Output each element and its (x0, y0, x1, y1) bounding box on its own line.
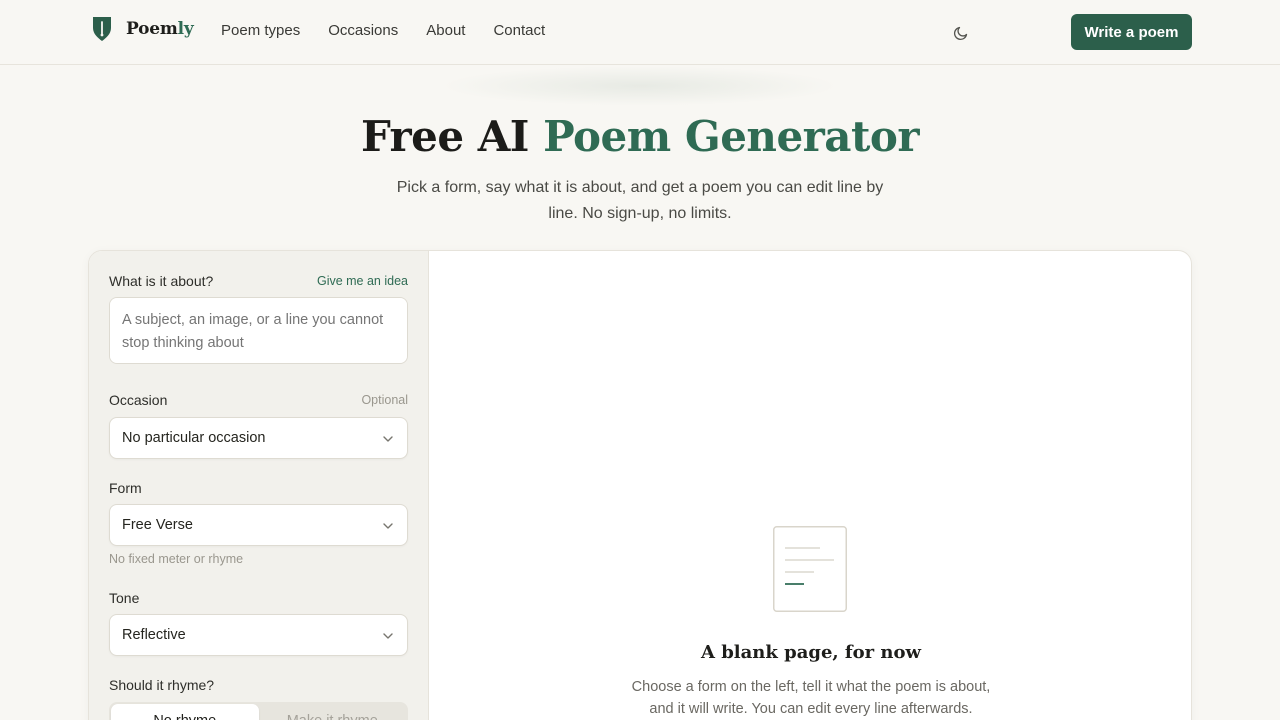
moon-icon (953, 26, 968, 41)
occasion-select[interactable]: No particular occasion (109, 417, 408, 459)
chevron-down-icon (383, 633, 393, 639)
empty-state-text: Choose a form on the left, tell it what … (631, 679, 991, 717)
chevron-down-icon (383, 436, 393, 442)
form-hint: No fixed meter or rhyme (109, 552, 244, 566)
subject-input[interactable] (109, 297, 408, 364)
form-value: Free Verse (122, 517, 193, 533)
logo[interactable]: Poemly (91, 16, 194, 42)
nav-poem-types[interactable]: Poem types (221, 22, 300, 39)
form-select[interactable]: Free Verse (109, 504, 408, 546)
page-title: Free AI Poem Generator (360, 112, 920, 161)
nav-occasions[interactable]: Occasions (328, 22, 398, 39)
occasion-value: No particular occasion (122, 430, 266, 446)
rhyme-toggle: No rhyme Make it rhyme (109, 702, 408, 720)
rhyme-label: Should it rhyme? (109, 677, 215, 693)
nav-contact[interactable]: Contact (493, 22, 545, 39)
document-icon (773, 526, 847, 612)
occasion-label: Occasion (109, 392, 168, 408)
form-label: Form (109, 480, 142, 496)
tone-select[interactable]: Reflective (109, 614, 408, 656)
make-rhyme-option[interactable]: Make it rhyme (259, 704, 407, 720)
subject-label: What is it about? (109, 273, 214, 289)
tone-value: Reflective (122, 627, 186, 643)
site-header: Poemly Poem types Occasions About Contac… (0, 0, 1280, 65)
logo-text: Poemly (126, 19, 194, 39)
no-rhyme-option[interactable]: No rhyme (111, 704, 259, 720)
nav-about[interactable]: About (426, 22, 465, 39)
empty-state-title: A blank page, for now (700, 642, 922, 663)
header-glow (440, 66, 840, 106)
chevron-down-icon (383, 523, 393, 529)
tone-label: Tone (109, 590, 140, 606)
options-sidebar: What is it about? Give me an idea Occasi… (89, 251, 429, 720)
theme-toggle-button[interactable] (950, 22, 972, 44)
quill-shield-icon (93, 17, 111, 41)
generator-panel: What is it about? Give me an idea Occasi… (88, 250, 1192, 720)
give-idea-link[interactable]: Give me an idea (317, 274, 408, 288)
main-nav: Poem types Occasions About Contact (221, 22, 573, 39)
write-poem-button[interactable]: Write a poem (1071, 14, 1192, 50)
optional-badge: Optional (361, 393, 408, 407)
page-subtitle: Pick a form, say what it is about, and g… (396, 179, 884, 222)
